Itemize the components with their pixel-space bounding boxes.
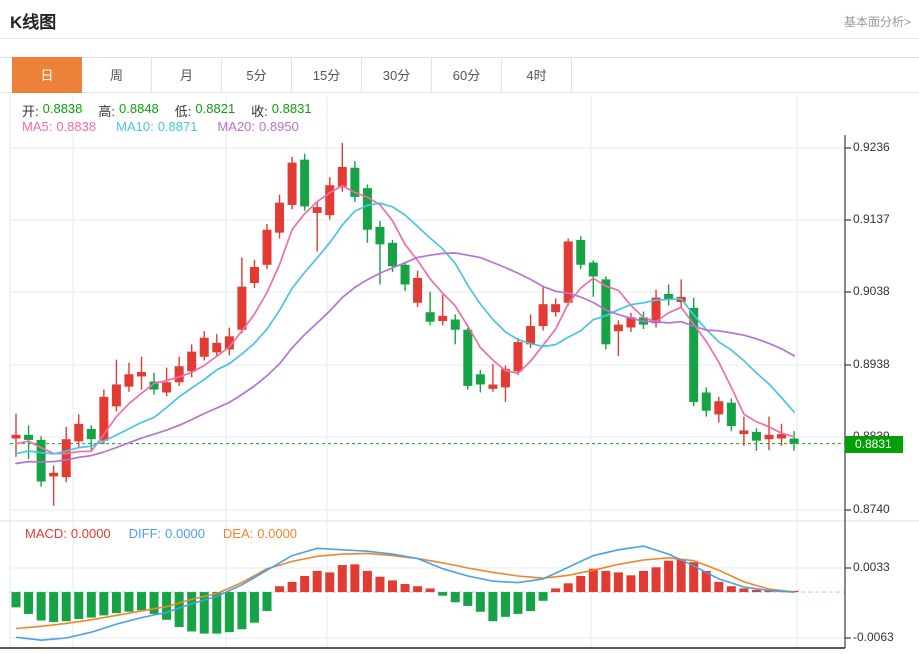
macd-value-readout: MACD: 0.0000 <box>25 526 111 541</box>
ma5-readout: MA5: 0.8838 <box>22 119 97 134</box>
low-label: 低: <box>174 104 192 119</box>
ma10-readout: MA10: 0.8871 <box>116 119 198 134</box>
price-axis-label: 0.9236 <box>853 140 890 154</box>
price-axis-label: 0.9137 <box>853 212 890 226</box>
macd-readout: MACD: 0.0000 DIFF: 0.0000 DEA: 0.0000 <box>25 526 297 541</box>
low-value: 0.8821 <box>195 101 236 116</box>
price-axis-label: 0.9038 <box>853 284 890 298</box>
chart-canvas[interactable] <box>0 0 919 654</box>
current-price-badge: 0.8831 <box>845 436 903 453</box>
close-label: 收: <box>251 104 268 119</box>
dea-value-readout: DEA: 0.0000 <box>222 526 298 541</box>
page-root: { "header": { "title": "K线图", "link": "基… <box>0 0 919 654</box>
macd-axis-label: -0.0063 <box>853 630 894 644</box>
macd-axis-label: 0.0033 <box>853 560 890 574</box>
open-value: 0.8838 <box>42 101 83 116</box>
diff-value-readout: DIFF: 0.0000 <box>128 526 205 541</box>
ma-readout: MA5: 0.8838 MA10: 0.8871 MA20: 0.8950 <box>22 119 299 134</box>
price-axis-label: 0.8938 <box>853 357 890 371</box>
ohlc-readout: 开: 0.8838 高: 0.8848 低: 0.8821 收: 0.8831 <box>22 101 312 120</box>
high-value: 0.8848 <box>119 101 159 116</box>
price-axis-label: 0.8740 <box>853 502 890 516</box>
close-value: 0.8831 <box>271 101 312 116</box>
high-label: 高: <box>98 104 116 119</box>
ma20-readout: MA20: 0.8950 <box>217 119 299 134</box>
open-label: 开: <box>22 104 39 119</box>
